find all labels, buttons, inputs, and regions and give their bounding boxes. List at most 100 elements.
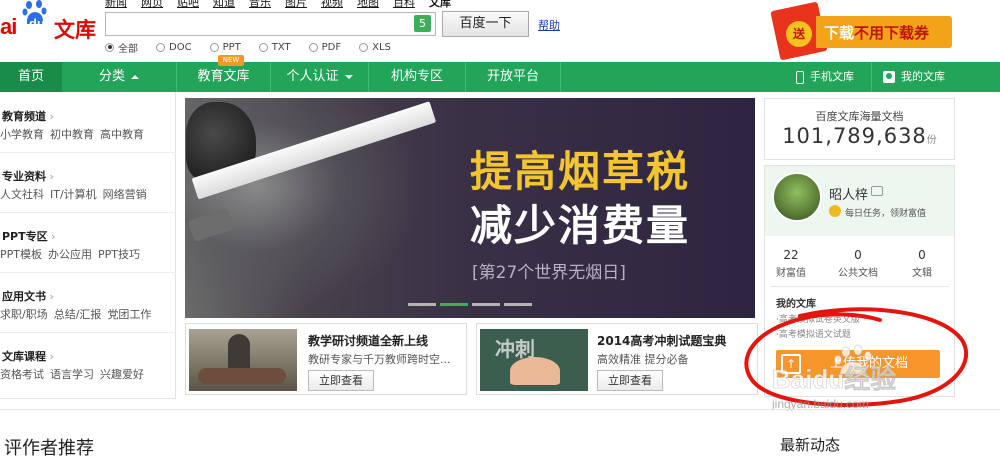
promo-text: 下载不用下载券 [824,24,930,42]
filter-all[interactable]: 全部 [105,40,138,55]
top-nav-web[interactable]: 网页 [141,0,163,9]
wealth-value: 22 [783,248,799,262]
category-title-courses[interactable]: 文库课程 [2,348,54,364]
category-links-education: 小学教育 初中教育 高中教育 [0,126,150,142]
top-nav-zhidao[interactable]: 知道 [213,0,235,9]
nav-personal-certification[interactable]: 个人认证 [271,62,368,92]
nav-my-library[interactable]: 我的文库 [883,62,945,92]
category-link[interactable]: 初中教育 [50,128,94,141]
nav-mobile-library[interactable]: 手机文库 [796,62,854,92]
category-link[interactable]: 人文社科 [0,188,44,201]
category-link[interactable]: 高中教育 [100,128,144,141]
radio-icon [258,42,268,52]
radio-icon [209,42,219,52]
category-links-professional: 人文社科 IT/计算机 网络营销 [0,186,153,202]
category-title-documents[interactable]: 应用文书 [2,288,54,304]
category-title-ppt[interactable]: PPT专区 [2,228,56,244]
daily-task-link[interactable]: 每日任务，领财富值 [845,206,926,219]
top-nav-news[interactable]: 新闻 [105,0,127,9]
nav-open-platform[interactable]: 开放平台 [466,62,560,92]
category-link[interactable]: PPT模板 [0,248,42,261]
help-link[interactable]: 帮助 [538,17,560,33]
category-link[interactable]: 党团工作 [107,308,151,321]
public-docs-label[interactable]: 公共文档 [833,264,883,279]
filter-xls[interactable]: XLS [359,40,391,54]
filter-pdf[interactable]: PDF [308,40,341,54]
radio-icon [156,42,165,52]
category-divider [0,272,176,273]
view-now-button[interactable]: 立即查看 [308,370,374,391]
top-nav-video[interactable]: 视频 [321,0,343,9]
doc-stats-number: 101,789,638份 [782,124,937,148]
top-nav-wenku: 文库 [429,0,451,9]
banner-subtitle: [第27个世界无烟日] [472,263,626,283]
recommended-authors-heading: 评作者推荐 [4,438,94,459]
category-link[interactable]: PPT技巧 [98,248,140,261]
user-name[interactable]: 昭人梓 [829,184,868,203]
slide-indicator-active[interactable] [440,303,468,306]
filter-txt[interactable]: TXT [258,40,291,54]
nav-education-library[interactable]: 教育文库 [177,62,270,92]
collections-value: 0 [918,248,926,262]
latest-news-heading: 最新动态 [780,436,841,454]
top-nav-tieba[interactable]: 贴吧 [177,0,199,9]
category-link[interactable]: 网络营销 [103,188,147,201]
doc-stats-label: 百度文库海量文档 [815,110,904,123]
logo-bai-text: ai [0,14,17,39]
banner-title-line2: 减少消费量 [470,201,691,250]
filter-ppt[interactable]: PPT [209,40,241,54]
avatar[interactable] [772,172,822,222]
category-divider [0,212,176,213]
category-link[interactable]: IT/计算机 [50,188,97,201]
public-docs-value: 0 [854,248,862,262]
category-links-documents: 求职/职场 总结/汇报 党团工作 [0,306,157,322]
nav-categories[interactable]: 分类 [62,62,176,92]
coin-icon [829,205,841,217]
category-link[interactable]: 办公应用 [48,248,92,261]
card-title[interactable]: 教学研讨频道全新上线 [308,332,428,349]
category-title-professional[interactable]: 专业资料 [2,168,54,184]
search-input[interactable] [105,12,436,36]
category-link[interactable]: 兴趣爱好 [100,368,144,381]
category-link[interactable]: 小学教育 [0,128,44,141]
search-button[interactable]: 百度一下 [442,11,529,37]
radio-icon [359,42,369,52]
phone-icon [796,70,804,84]
wealth-label[interactable]: 财富值 [766,264,816,279]
card-description: 教研专家与千万教师跨时空... [308,353,451,366]
nav-institution-zone[interactable]: 机构专区 [369,62,465,92]
section-divider [0,409,1000,410]
user-panel-divider [770,286,949,287]
baidu-wenku-logo[interactable]: ai du 文库 [0,0,100,42]
search-count-badge: 5 [414,15,431,32]
slide-indicator[interactable] [472,303,500,306]
promo-gift-badge: 送 [786,21,812,47]
card-title[interactable]: 2014高考冲刺试题宝典 [597,332,726,349]
category-link[interactable]: 语言学习 [50,368,94,381]
category-link[interactable]: 求职/职场 [0,308,48,321]
teaching-students-figure [198,368,286,384]
top-nav-images[interactable]: 图片 [285,0,307,9]
category-title-education[interactable]: 教育频道 [2,108,54,124]
file-type-filters: 全部 DOC PPT TXT PDF XLS [105,40,409,55]
logo-wenku-text: 文库 [54,18,96,42]
user-icon [883,71,895,83]
nav-home[interactable]: 首页 [0,62,62,92]
category-link[interactable]: 总结/汇报 [54,308,102,321]
logo-du-text: du [29,16,45,31]
baidu-jingyan-watermark: Baidu经验 jingyan.baidu.com [772,344,897,411]
member-icon [871,186,883,196]
filter-doc[interactable]: DOC [156,40,192,54]
top-nav-map[interactable]: 地图 [357,0,379,9]
slide-indicator[interactable] [408,303,436,306]
view-now-button[interactable]: 立即查看 [597,370,663,391]
collections-label[interactable]: 文辑 [897,264,947,279]
category-divider [0,332,176,333]
exam-hands-figure [510,357,560,385]
category-link[interactable]: 资格考试 [0,368,44,381]
top-nav-music[interactable]: 音乐 [249,0,271,9]
top-nav-baike[interactable]: 百科 [393,0,415,9]
slide-indicator[interactable] [504,303,532,306]
category-sidebar: 教育频道 小学教育初中教育高中教育 专业资料 人文社科 IT/计算机网络营销 PP… [0,92,176,399]
radio-icon [105,42,114,52]
